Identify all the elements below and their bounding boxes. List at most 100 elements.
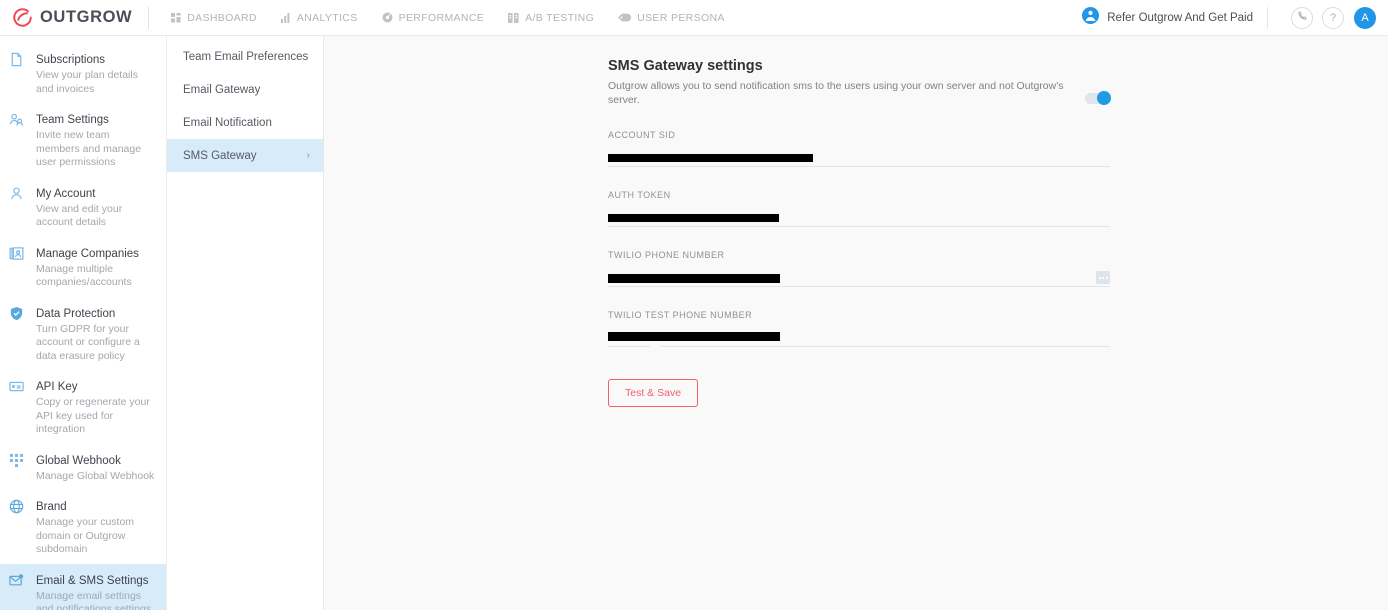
subnav-label: Email Notification [183,116,272,129]
phone-icon-button[interactable] [1291,6,1313,29]
ab-split-icon [508,12,519,23]
sidebar-item-sub: Manage multiple companies/accounts [36,262,132,289]
nav-item-ab-testing[interactable]: A/B TESTING [508,12,594,24]
sidebar-item-subscriptions[interactable]: Subscriptions View your plan details and… [0,43,166,103]
sidebar-item-sub: View your plan details and invoices [36,69,138,95]
nav-item-user-persona[interactable]: USER PERSONA [618,12,725,24]
subnav-label: Team Email Preferences [183,50,309,63]
sidebar-item-my-account[interactable]: My Account View and edit your account de… [0,177,166,237]
mail-settings-icon [9,571,27,610]
outgrow-swirl-logo-icon [12,7,33,28]
phone-icon [1297,11,1307,24]
subnav-label: Email Gateway [183,83,261,96]
sidebar-item-title: Team Settings [36,114,109,126]
chevron-right-icon: › [306,150,310,161]
sidebar-item-brand[interactable]: Brand Manage your custom domain or Outgr… [0,490,166,564]
bar-chart-icon [280,12,291,23]
companies-icon [9,244,27,290]
subnav-item-team-email-preferences[interactable]: Team Email Preferences [167,40,323,73]
refer-label: Refer Outgrow And Get Paid [1107,11,1253,24]
dot [1105,276,1108,279]
panel-header: SMS Gateway settings Outgrow allows you … [608,58,1111,107]
twilio-phone-number-input[interactable] [608,267,1110,287]
field-auth-token: AUTH TOKEN [608,190,1110,227]
more-options-icon-button[interactable] [1096,271,1110,284]
nav-label: PERFORMANCE [398,11,485,24]
sidebar-item-team-settings[interactable]: Team Settings Invite new team members an… [0,103,166,177]
subnav-item-email-gateway[interactable]: Email Gateway [167,73,323,106]
nav-label: DASHBOARD [187,11,257,24]
sidebar-item-sub: Manage email settings and notifications … [36,589,151,610]
sidebar-item-title: Brand [36,501,67,513]
auth-token-input[interactable] [608,207,1110,227]
field-label: TWILIO TEST PHONE NUMBER [608,310,753,320]
sidebar-item-email-sms-settings[interactable]: Email & SMS Settings Manage email settin… [0,563,166,610]
settings-sidebar: Subscriptions View your plan details and… [0,36,167,610]
subnav-item-email-notification[interactable]: Email Notification [167,106,323,139]
sidebar-item-title: API Key [36,381,78,393]
sidebar-item-title: Data Protection [36,307,116,320]
test-and-save-button[interactable]: Test & Save [608,379,699,407]
sidebar-item-title: Email & SMS Settings [36,574,149,587]
nav-item-dashboard[interactable]: DASHBOARD [171,12,257,24]
redacted-value [608,214,779,222]
dashboard-grid-icon [171,12,181,23]
person-icon [9,184,27,230]
shield-icon [9,304,27,364]
refer-badge-icon [1082,6,1100,29]
main-content-area: SMS Gateway settings Outgrow allows you … [324,36,1388,610]
sidebar-item-title: Subscriptions [36,54,106,66]
sidebar-item-manage-companies[interactable]: Manage Companies Manage multiple compani… [0,237,166,297]
tag-icon [618,13,632,22]
sidebar-item-title: Manage Companies [36,247,139,260]
header-divider [148,6,150,29]
sidebar-item-sub: Manage Global Webhook [36,469,155,482]
nav-label: A/B TESTING [525,11,595,24]
field-twilio-phone-number: TWILIO PHONE NUMBER [608,250,1110,287]
sidebar-item-title: My Account [36,187,96,200]
sidebar-item-api-key[interactable]: API Key Copy or regenerate your API key … [0,370,166,444]
email-sms-subnav: Team Email Preferences Email Gateway Ema… [167,36,324,610]
sidebar-item-sub: View and edit your account details [36,202,123,229]
field-label: ACCOUNT SID [608,130,676,140]
sidebar-item-sub: Turn GDPR for your account or configure … [36,322,140,362]
redacted-value [608,154,813,162]
field-account-sid: ACCOUNT SID [608,130,1110,167]
nav-item-analytics[interactable]: ANALYTICS [280,11,358,24]
sidebar-item-title: Global Webhook [36,454,121,467]
help-icon-button[interactable]: ? [1322,6,1344,29]
nav-item-performance[interactable]: PERFORMANCE [382,12,485,24]
dot [1098,276,1101,279]
nav-label: ANALYTICS [296,11,358,24]
webhook-grid-icon [9,451,27,484]
toggle-knob [1097,91,1111,105]
subnav-item-sms-gateway[interactable]: SMS Gateway › [167,139,323,172]
account-sid-input[interactable] [608,147,1110,167]
page-subtitle: Outgrow allows you to send notification … [608,80,1064,106]
field-twilio-test-phone-number: TWILIO TEST PHONE NUMBER [608,310,1110,347]
sidebar-item-sub: Copy or regenerate your API key used for… [36,396,150,435]
team-users-icon [9,110,27,170]
brand-name: OUTGROW [40,8,133,26]
avatar[interactable]: A [1354,6,1376,29]
speedometer-icon [382,12,393,23]
brand-logo[interactable]: OUTGROW [0,7,132,28]
refer-outgrow-link[interactable]: Refer Outgrow And Get Paid [1082,6,1253,29]
header-right-actions: Refer Outgrow And Get Paid ? A [1082,6,1388,29]
sidebar-item-sub: Invite new team members and manage user … [36,129,142,168]
field-label: AUTH TOKEN [608,190,671,200]
page-title: SMS Gateway settings [608,58,763,74]
sms-gateway-settings-panel: SMS Gateway settings Outgrow allows you … [608,58,1111,407]
key-card-icon [9,377,27,437]
subnav-label: SMS Gateway [183,149,257,162]
sidebar-item-sub: Manage your custom domain or Outgrow sub… [36,516,135,555]
top-header-bar: OUTGROW DASHBOARD ANALYTICS PERFORMANCE … [0,0,1388,36]
question-mark-icon: ? [1329,11,1337,24]
redacted-value [608,274,780,283]
dot [1102,276,1104,279]
redacted-value [608,332,780,341]
field-label: TWILIO PHONE NUMBER [608,250,725,260]
sms-gateway-enable-toggle[interactable] [1085,91,1111,105]
sidebar-item-global-webhook[interactable]: Global Webhook Manage Global Webhook [0,444,166,491]
sidebar-item-data-protection[interactable]: Data Protection Turn GDPR for your accou… [0,297,166,371]
